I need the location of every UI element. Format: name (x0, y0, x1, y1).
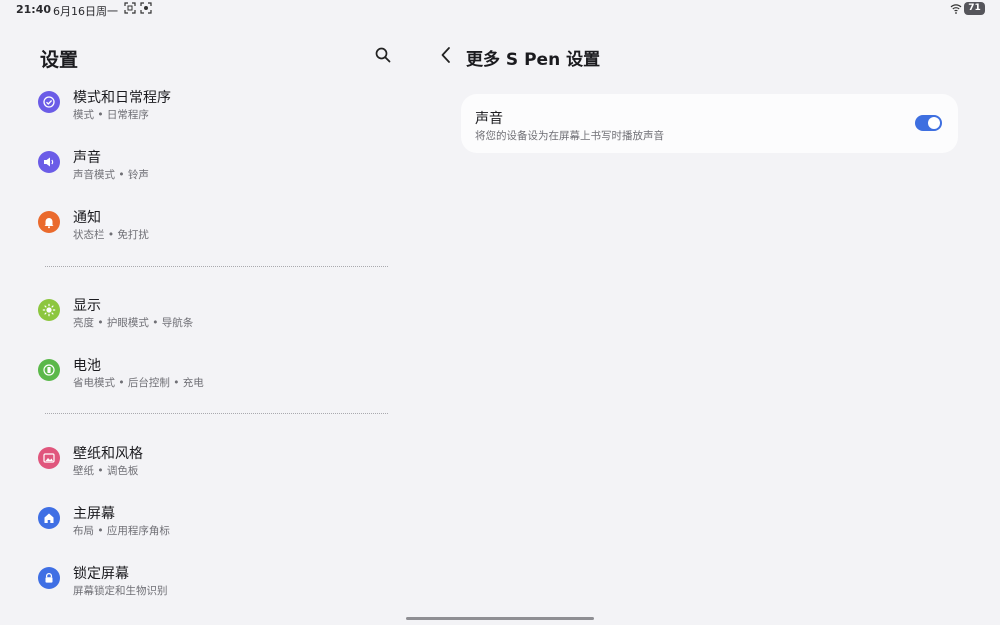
sun-icon (38, 299, 60, 321)
scan-icon (140, 2, 152, 14)
sidebar-item-sub: 布局 • 应用程序角标 (73, 525, 170, 537)
search-icon[interactable] (374, 46, 392, 64)
sidebar-item-sub: 省电模式 • 后台控制 • 充电 (73, 377, 204, 389)
sidebar-item-sub: 亮度 • 护眼模式 • 导航条 (73, 317, 194, 329)
sidebar-item-display[interactable]: 显示 亮度 • 护眼模式 • 导航条 (38, 295, 388, 351)
setting-label: 声音 (475, 111, 503, 127)
sidebar-item-label: 壁纸和风格 (73, 446, 143, 462)
section-divider (45, 413, 388, 414)
bell-icon (38, 211, 60, 233)
toggle-knob (928, 117, 940, 129)
home-icon (38, 507, 60, 529)
settings-title: 设置 (40, 49, 79, 71)
home-indicator[interactable] (406, 617, 594, 620)
screenshot-icon (124, 2, 136, 14)
status-bar: 21:40 6月16日周一 71 (0, 0, 1000, 20)
sidebar-item-sub: 壁纸 • 调色板 (73, 465, 139, 477)
sidebar-item-label: 通知 (73, 210, 101, 226)
setting-description: 将您的设备设为在屏幕上书写时播放声音 (475, 130, 664, 142)
sidebar-item-wallpaper-style[interactable]: 壁纸和风格 壁纸 • 调色板 (38, 443, 388, 499)
back-arrow-icon[interactable] (438, 45, 454, 65)
sidebar-item-modes-routines[interactable]: 模式和日常程序 模式 • 日常程序 (38, 87, 388, 143)
sidebar-item-label: 模式和日常程序 (73, 90, 171, 106)
sidebar-item-lock-screen[interactable]: 锁定屏幕 屏幕锁定和生物识别 (38, 563, 388, 619)
sidebar-item-label: 声音 (73, 150, 101, 166)
routine-check-icon (38, 91, 60, 113)
sidebar-item-sound[interactable]: 声音 声音模式 • 铃声 (38, 147, 388, 203)
lock-icon (38, 567, 60, 589)
sidebar-item-label: 主屏幕 (73, 506, 115, 522)
sidebar-item-label: 电池 (73, 358, 101, 374)
sound-toggle[interactable] (915, 115, 942, 131)
image-icon (38, 447, 60, 469)
page-title: 更多 S Pen 设置 (466, 50, 601, 70)
sidebar-item-home-screen[interactable]: 主屏幕 布局 • 应用程序角标 (38, 503, 388, 559)
sidebar-item-sub: 声音模式 • 铃声 (73, 169, 149, 181)
sound-setting-card[interactable]: 声音 将您的设备设为在屏幕上书写时播放声音 (461, 94, 958, 153)
status-time: 21:40 (16, 3, 52, 16)
sidebar-item-sub: 屏幕锁定和生物识别 (73, 585, 168, 597)
battery-icon (38, 359, 60, 381)
sidebar-item-label: 显示 (73, 298, 101, 314)
settings-screen: 21:40 6月16日周一 71 设置 模式和日常程序 模式 • 日常程序 声音… (0, 0, 1000, 625)
sidebar-item-sub: 状态栏 • 免打扰 (73, 229, 149, 241)
sidebar-item-battery[interactable]: 电池 省电模式 • 后台控制 • 充电 (38, 355, 388, 411)
speaker-icon (38, 151, 60, 173)
wifi-icon (950, 4, 962, 14)
sidebar-item-notifications[interactable]: 通知 状态栏 • 免打扰 (38, 207, 388, 263)
sidebar-item-label: 锁定屏幕 (73, 566, 129, 582)
sidebar-item-sub: 模式 • 日常程序 (73, 109, 149, 121)
status-date: 6月16日周一 (53, 5, 118, 18)
section-divider (45, 266, 388, 267)
battery-indicator: 71 (964, 2, 985, 15)
